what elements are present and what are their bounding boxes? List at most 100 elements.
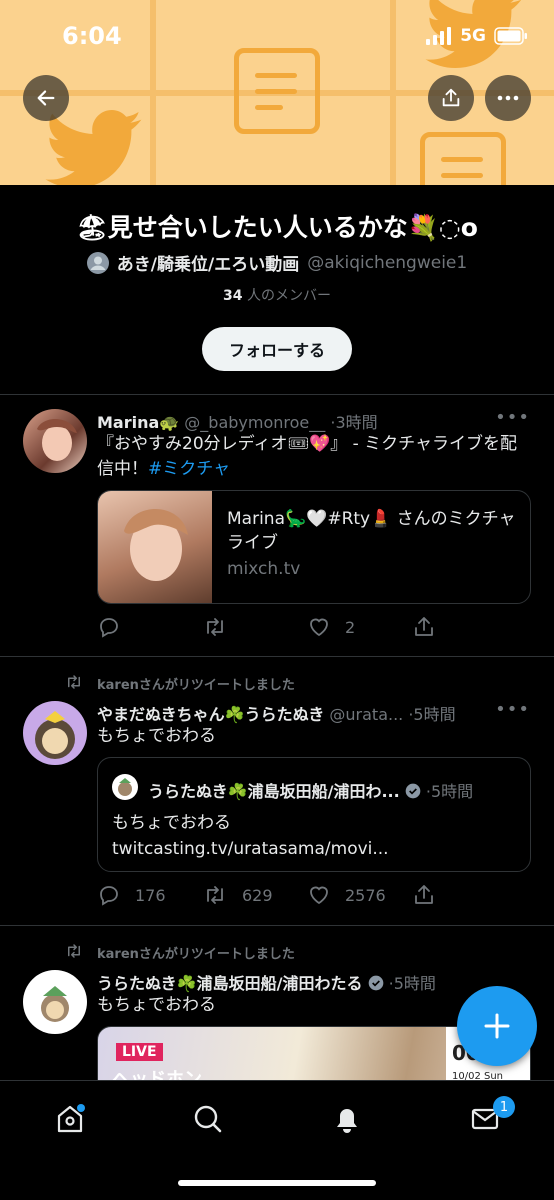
reply-button[interactable] bbox=[97, 615, 202, 639]
reply-icon bbox=[100, 886, 118, 906]
retweet-icon bbox=[68, 675, 80, 689]
tweet-hashtag[interactable]: #ミクチャ bbox=[148, 459, 230, 479]
tweet-more-button[interactable]: ••• bbox=[495, 407, 530, 428]
bird-icon bbox=[45, 110, 142, 185]
messages-badge: 1 bbox=[493, 1096, 515, 1118]
document-icon bbox=[420, 132, 506, 185]
quote-time: ·5時間 bbox=[425, 782, 474, 801]
more-icon bbox=[497, 95, 519, 101]
tweet[interactable]: karenさんがリツイートしました やまだぬきちゃん☘️うらたぬき @urata… bbox=[0, 657, 554, 925]
media-caption: ヘッドホン bbox=[112, 1069, 202, 1080]
quote-tweet[interactable]: うらたぬき☘️浦島坂田船/浦田わ... ·5時間 もちょでおわる twitcas… bbox=[97, 757, 531, 872]
status-time: 6:04 bbox=[62, 22, 122, 50]
quote-text: もちょでおわる bbox=[112, 813, 231, 833]
link-card[interactable]: Marina🦕🤍#Rty💄 さんのミクチャライブ mixch.tv bbox=[97, 490, 531, 604]
quote-header: うらたぬき☘️浦島坂田船/浦田わ... ·5時間 bbox=[148, 778, 516, 802]
live-badge: LIVE bbox=[116, 1043, 163, 1061]
member-count[interactable]: 34 人のメンバー bbox=[0, 285, 554, 305]
avatar bbox=[86, 251, 109, 274]
share-tweet-button[interactable] bbox=[412, 615, 517, 639]
tweet-author-name[interactable]: Marina🐢 bbox=[97, 413, 179, 432]
quote-link[interactable]: twitcasting.tv/uratasama/movi... bbox=[112, 836, 389, 862]
battery-icon bbox=[494, 27, 527, 45]
more-button[interactable] bbox=[485, 75, 531, 121]
heart-icon bbox=[310, 886, 328, 905]
tweet-text: もちょでおわる bbox=[97, 726, 216, 746]
link-card-image bbox=[98, 491, 212, 603]
list-title: 🏖見せ合いしたい人いるかな💐◌o bbox=[76, 213, 478, 242]
tab-home[interactable] bbox=[50, 1099, 90, 1139]
home-icon bbox=[57, 1104, 85, 1133]
retweet-icon bbox=[207, 886, 223, 904]
tweet-time: ·5時間 bbox=[388, 974, 436, 993]
retweet-context[interactable]: karenさんがリツイートしました bbox=[97, 674, 295, 693]
follow-button[interactable]: フォローする bbox=[202, 327, 352, 371]
link-card-domain: mixch.tv bbox=[227, 559, 301, 579]
retweet-icon bbox=[68, 944, 80, 958]
back-button[interactable] bbox=[23, 75, 69, 121]
tweet-header: Marina🐢 @_babymonroe__ ·3時間 bbox=[97, 409, 504, 433]
network-label: 5G bbox=[460, 26, 486, 46]
like-count: 2 bbox=[345, 617, 356, 637]
list-owner[interactable]: あき/騎乗位/エろい動画 @akiqichengweie1 bbox=[0, 250, 554, 275]
list-banner: 6:04 5G bbox=[0, 0, 554, 185]
tweet-author-handle: @urata... bbox=[329, 705, 404, 724]
like-button[interactable]: 2 bbox=[307, 615, 412, 639]
link-card-title: Marina🦕🤍#Rty💄 さんのミクチャライブ bbox=[227, 509, 516, 553]
like-button[interactable]: 2576 bbox=[307, 883, 412, 907]
reply-button[interactable]: 176 bbox=[97, 883, 202, 907]
banner-pattern bbox=[150, 0, 156, 185]
bell-icon bbox=[337, 1109, 357, 1133]
banner-pattern bbox=[390, 0, 396, 185]
media-date: 10/02 Sun bbox=[452, 1071, 504, 1080]
share-button[interactable] bbox=[428, 75, 474, 121]
tweet-time: ·5時間 bbox=[408, 705, 456, 724]
tweet[interactable]: Marina🐢 @_babymonroe__ ·3時間 ••• 『おやすみ20分… bbox=[0, 395, 554, 657]
retweet-context[interactable]: karenさんがリツイートしました bbox=[97, 943, 295, 962]
avatar bbox=[112, 774, 138, 800]
retweet-icon bbox=[207, 618, 223, 636]
avatar[interactable] bbox=[23, 701, 87, 765]
search-icon bbox=[194, 1105, 222, 1133]
reply-count: 176 bbox=[135, 885, 166, 905]
avatar[interactable] bbox=[23, 409, 87, 473]
tweet-text: 『おやすみ20分レディオ🎟💖』 - ミクチャライブを配信中！#ミクチャ bbox=[97, 432, 530, 482]
owner-name: あき/騎乗位/エろい動画 bbox=[116, 255, 300, 275]
retweet-button[interactable] bbox=[202, 615, 307, 639]
share-tweet-button[interactable] bbox=[412, 883, 517, 907]
document-icon bbox=[234, 48, 320, 134]
tweet-author-name[interactable]: やまだぬきちゃん☘️うらたぬき bbox=[97, 705, 324, 724]
tweet-header: うらたぬき☘️浦島坂田船/浦田わたる ·5時間 bbox=[97, 970, 504, 994]
share-icon bbox=[442, 88, 460, 107]
verified-icon bbox=[405, 783, 421, 799]
compose-button[interactable] bbox=[457, 986, 537, 1066]
status-indicators: 5G bbox=[426, 26, 528, 46]
tweet-time: ·3時間 bbox=[330, 413, 378, 432]
tweet-more-button[interactable]: ••• bbox=[495, 699, 530, 720]
tweet-actions: 176 629 2576 bbox=[97, 883, 517, 907]
home-indicator bbox=[178, 1180, 376, 1186]
retweet-button[interactable]: 629 bbox=[202, 883, 307, 907]
quote-author-name: うらたぬき☘️浦島坂田船/浦田わ... bbox=[148, 782, 400, 801]
reply-icon bbox=[100, 618, 118, 638]
tweet-author-handle: @_babymonroe__ bbox=[184, 413, 326, 432]
heart-icon bbox=[310, 618, 328, 637]
arrow-left-icon bbox=[37, 90, 55, 106]
tweet-actions: 2 bbox=[97, 615, 517, 639]
like-count: 2576 bbox=[345, 885, 386, 905]
tweet-header: やまだぬきちゃん☘️うらたぬき @urata... ·5時間 bbox=[97, 701, 504, 725]
retweeter-name: karen bbox=[97, 947, 139, 962]
retweet-suffix: さんがリツイートしました bbox=[138, 947, 295, 962]
member-count-label: 人のメンバー bbox=[246, 288, 331, 304]
avatar[interactable] bbox=[23, 970, 87, 1034]
tab-notifications[interactable] bbox=[327, 1099, 367, 1139]
verified-icon bbox=[368, 975, 383, 991]
retweet-count: 629 bbox=[242, 885, 273, 905]
tweet-author-name[interactable]: うらたぬき☘️浦島坂田船/浦田わたる bbox=[97, 974, 362, 993]
retweeter-name: karen bbox=[97, 678, 139, 693]
tab-search[interactable] bbox=[188, 1099, 228, 1139]
owner-handle: @akiqichengweie1 bbox=[307, 252, 468, 273]
member-count-number: 34 bbox=[223, 288, 243, 304]
retweet-suffix: さんがリツイートしました bbox=[138, 678, 295, 693]
share-icon bbox=[415, 617, 433, 636]
